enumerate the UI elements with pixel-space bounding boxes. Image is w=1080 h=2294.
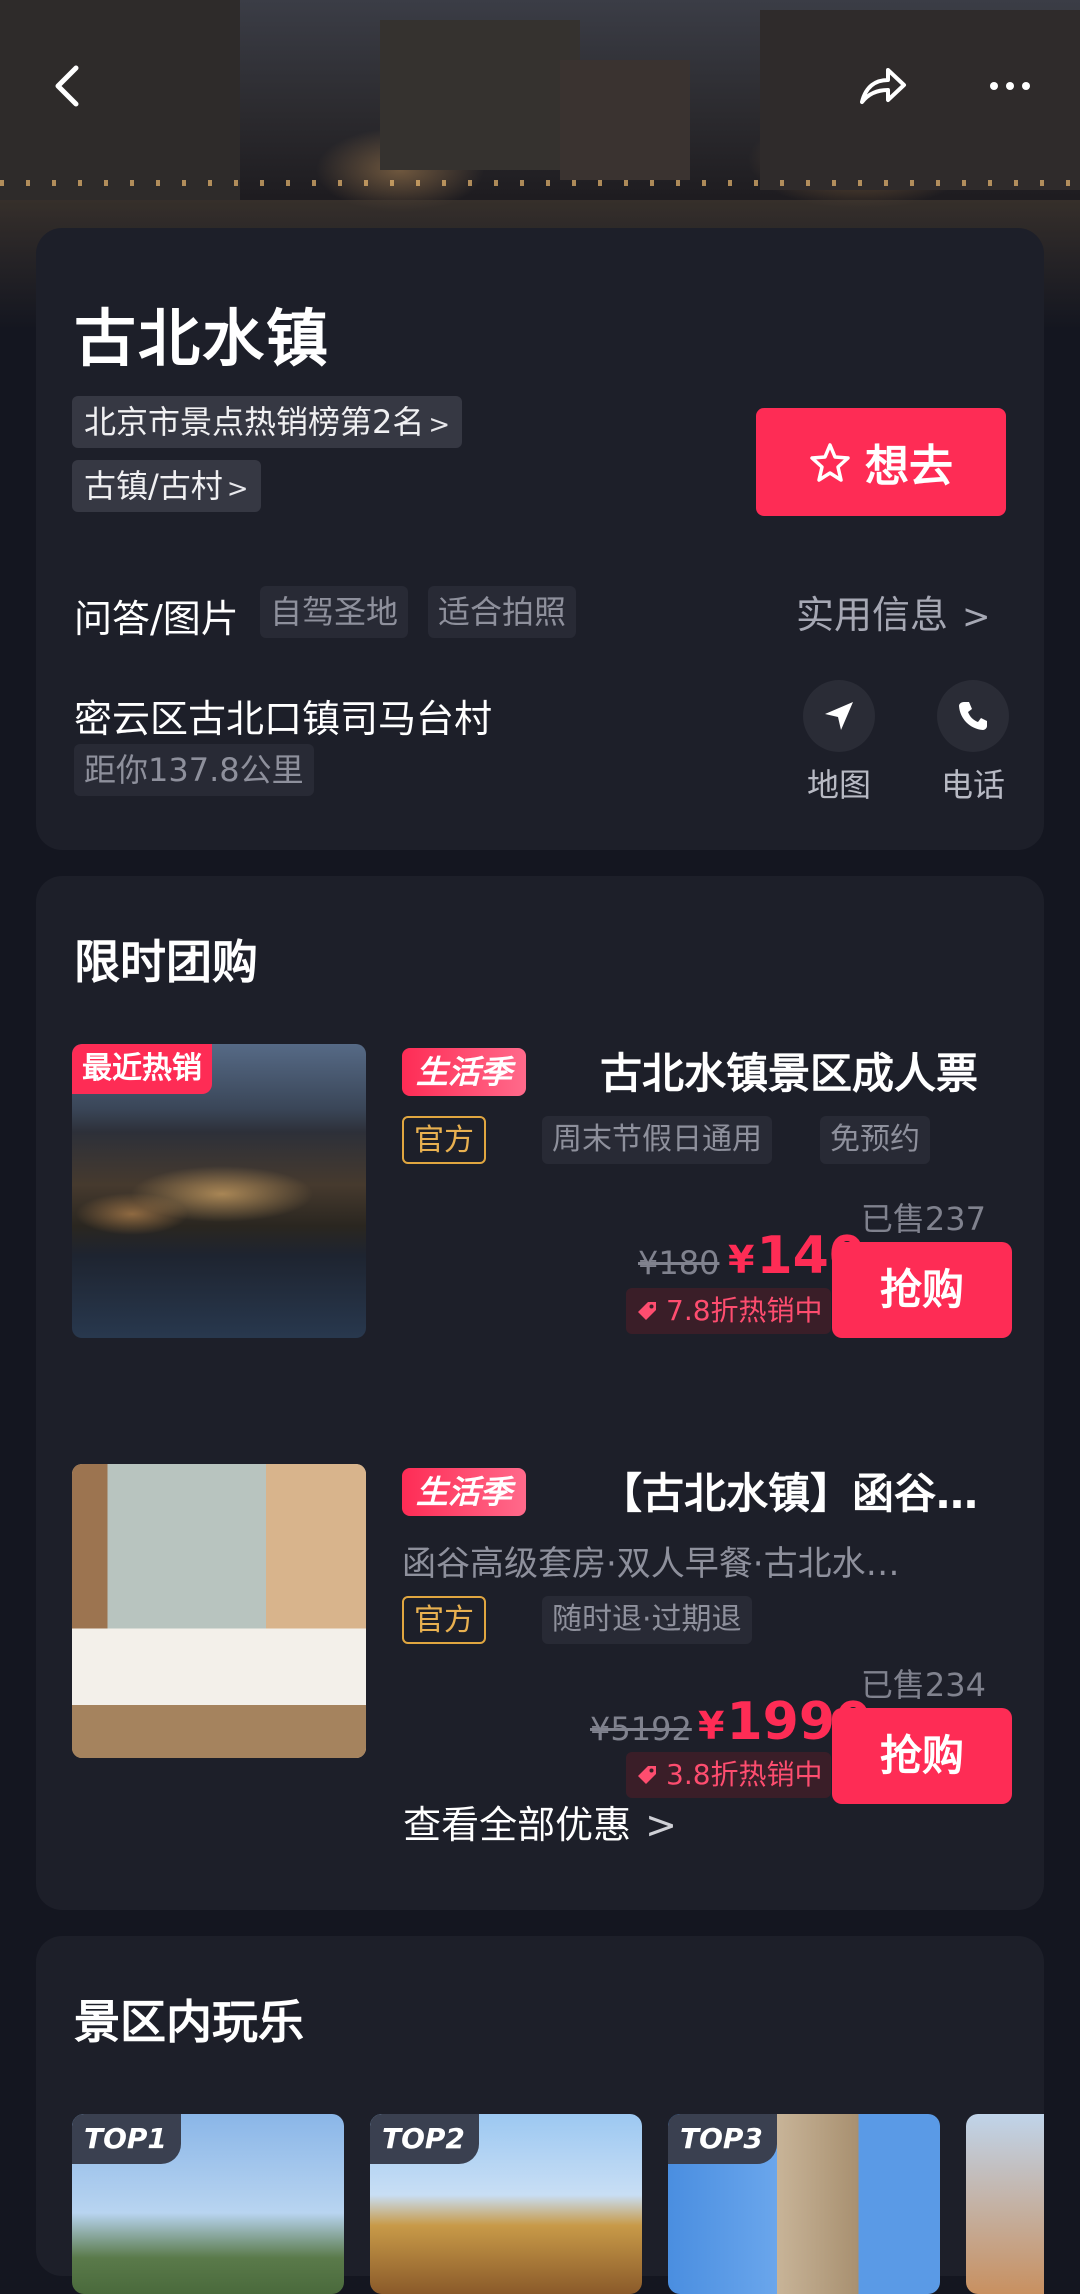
official-tag: 官方 [402, 1596, 486, 1644]
navigation-arrow-icon [825, 702, 853, 730]
official-tag: 官方 [402, 1116, 486, 1164]
more-dots-icon [990, 82, 1030, 90]
map-label: 地图 [806, 766, 871, 804]
discount-badge: 7.8折热销中 [626, 1288, 831, 1334]
star-icon [810, 443, 850, 482]
chevron-left-icon [55, 65, 79, 107]
section-title-activities: 景区内玩乐 [74, 1995, 304, 2049]
share-arrow-icon [860, 68, 906, 104]
share-button[interactable] [852, 56, 912, 116]
qa-photos-link[interactable]: 问答/图片 [74, 588, 239, 643]
more-button[interactable] [980, 56, 1040, 116]
deal-item[interactable]: 最近热销 生活季 古北水镇景区成人票 官方 周末节假日通用 免预约 已售237 … [72, 1044, 1012, 1340]
deal-image: 最近热销 [72, 1044, 366, 1338]
price-tag-icon [638, 1766, 656, 1784]
section-title-deals: 限时团购 [74, 935, 258, 989]
sold-count: 已售237 [860, 1200, 986, 1238]
chevron-right-icon: > [226, 474, 249, 504]
limited-deals-card: 限时团购 最近热销 生活季 古北水镇景区成人票 官方 周末节假日通用 免预约 已… [36, 876, 1044, 1910]
useful-info-link[interactable]: 实用信息 > [796, 584, 991, 639]
hot-sale-badge: 最近热销 [72, 1044, 212, 1094]
activity-card-top1[interactable]: TOP1 [72, 2114, 344, 2294]
ranking-chip[interactable]: 北京市景点热销榜第2名 > [72, 396, 463, 448]
discount-badge: 3.8折热销中 [626, 1752, 831, 1798]
phone-label: 电话 [940, 766, 1005, 804]
season-badge: 生活季 [402, 1048, 527, 1096]
address-text: 密云区古北口镇司马台村 [74, 697, 493, 741]
original-price: ¥5192 [590, 1710, 692, 1748]
original-price: ¥180 [638, 1244, 720, 1282]
view-all-deals-link[interactable]: 查看全部优惠 > [36, 1794, 1044, 1849]
rank-badge: TOP1 [72, 2114, 181, 2164]
tag-self-drive: 自驾圣地 [260, 586, 409, 638]
season-badge: 生活季 [402, 1468, 527, 1516]
phone-button[interactable]: 电话 [918, 680, 1028, 806]
deal-item[interactable]: 生活季 【古北水镇】函谷… 函谷高级套房·双人早餐·古北水… 官方 随时退·过期… [72, 1464, 1012, 1804]
back-button[interactable] [40, 56, 100, 116]
price-tag-icon [638, 1302, 656, 1320]
chevron-right-icon: > [962, 597, 991, 637]
in-park-activities-card: 景区内玩乐 TOP1 TOP2 TOP3 [36, 1936, 1044, 2294]
page-title: 古北水镇 [74, 302, 331, 375]
chevron-right-icon: > [645, 1803, 677, 1847]
deal-title: 【古北水镇】函谷… [600, 1469, 979, 1518]
chevron-right-icon: > [428, 410, 451, 440]
sold-count: 已售234 [860, 1666, 986, 1704]
distance-badge: 距你137.8公里 [74, 744, 314, 796]
tag-photo-friendly: 适合拍照 [428, 586, 577, 638]
deal-title: 古北水镇景区成人票 [600, 1049, 979, 1098]
deal-tag: 周末节假日通用 [542, 1116, 772, 1164]
phone-icon [959, 702, 987, 730]
map-button[interactable]: 地图 [784, 680, 894, 806]
deal-subtitle: 函谷高级套房·双人早餐·古北水… [402, 1544, 900, 1584]
deal-tag: 免预约 [820, 1116, 930, 1164]
buy-button[interactable]: 抢购 [832, 1242, 1012, 1338]
deal-image [72, 1464, 366, 1758]
activity-card-more[interactable] [966, 2114, 1044, 2294]
rank-badge: TOP2 [370, 2114, 479, 2164]
want-to-go-button[interactable]: 想去 [756, 408, 1006, 516]
activity-card-top2[interactable]: TOP2 [370, 2114, 642, 2294]
buy-button[interactable]: 抢购 [832, 1708, 1012, 1804]
category-chip[interactable]: 古镇/古村 > [72, 460, 261, 512]
activity-card-top3[interactable]: TOP3 [668, 2114, 940, 2294]
attraction-info-card: 古北水镇 北京市景点热销榜第2名 > 古镇/古村 > 想去 问答/图片 自驾圣地 适… [36, 228, 1044, 850]
deal-tag: 随时退·过期退 [542, 1596, 752, 1644]
rank-badge: TOP3 [668, 2114, 777, 2164]
